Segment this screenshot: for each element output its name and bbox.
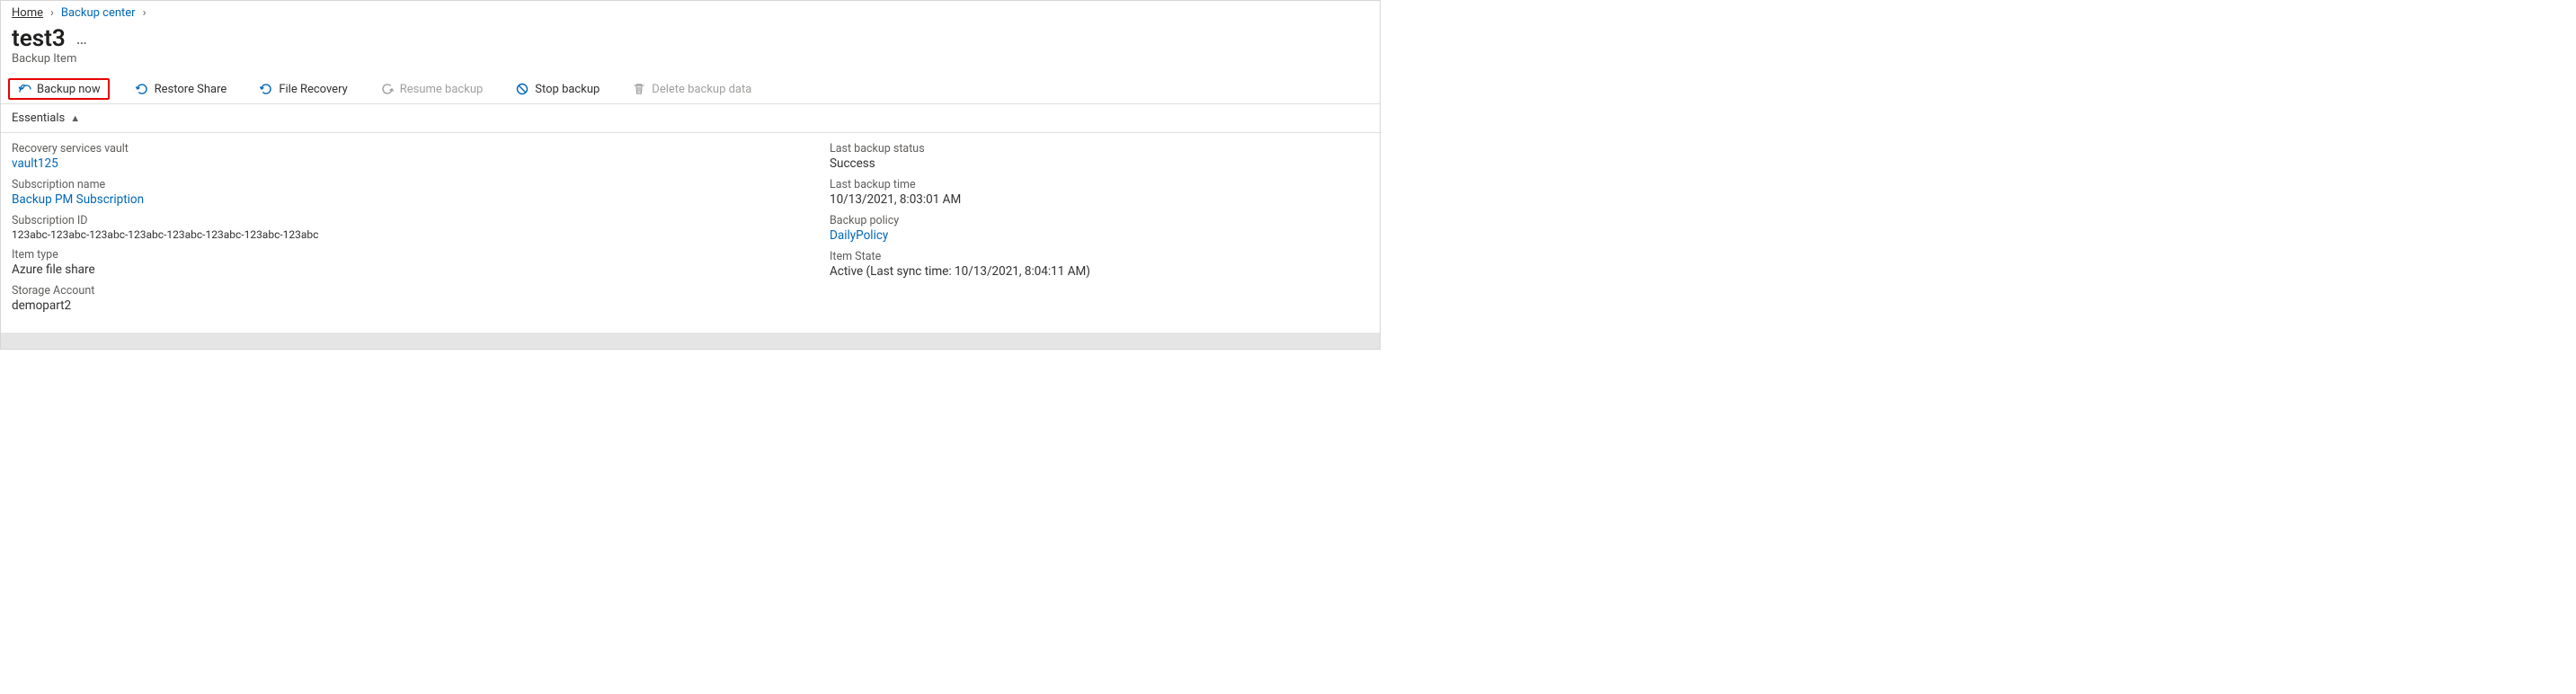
backup-policy-link[interactable]: DailyPolicy [830,228,1369,243]
subscription-id-value: 123abc-123abc-123abc-123abc-123abc-123ab… [12,228,794,241]
file-recovery-icon [259,82,273,96]
item-type-label: Item type [12,248,794,262]
file-recovery-button[interactable]: File Recovery [252,78,354,100]
breadcrumb-separator-icon: › [50,6,54,20]
delete-backup-data-label: Delete backup data [652,83,751,96]
breadcrumb-separator-icon: › [143,6,147,20]
more-actions-button[interactable]: … [76,30,89,49]
last-backup-time-label: Last backup time [830,178,1369,191]
resume-backup-label: Resume backup [400,83,484,96]
backup-now-label: Backup now [37,83,101,96]
breadcrumb-home[interactable]: Home [12,6,43,20]
backup-policy-label: Backup policy [830,214,1369,227]
last-backup-status-label: Last backup status [830,142,1369,156]
delete-icon [632,82,646,96]
item-state-value: Active (Last sync time: 10/13/2021, 8:04… [830,264,1369,279]
breadcrumb-backup-center[interactable]: Backup center [61,6,136,20]
footer-strip [1,333,1380,349]
stop-backup-button[interactable]: Stop backup [508,78,607,100]
resume-backup-icon [380,82,395,96]
subscription-name-label: Subscription name [12,178,794,191]
page-subtitle: Backup Item [1,52,1380,75]
delete-backup-data-button: Delete backup data [625,78,759,100]
recovery-vault-link[interactable]: vault125 [12,156,794,171]
stop-backup-label: Stop backup [535,83,600,96]
action-toolbar: Backup now Restore Share File Recovery [1,75,1380,104]
recovery-vault-label: Recovery services vault [12,142,794,156]
chevron-up-icon: ▲ [70,112,80,124]
file-recovery-label: File Recovery [279,83,347,96]
restore-share-label: Restore Share [155,83,227,96]
page-title: test3 [12,25,66,52]
last-backup-time-value: 10/13/2021, 8:03:01 AM [830,192,1369,207]
resume-backup-button: Resume backup [373,78,491,100]
item-type-value: Azure file share [12,262,794,277]
storage-account-label: Storage Account [12,284,794,298]
backup-now-icon [17,82,31,96]
backup-now-button[interactable]: Backup now [8,78,110,100]
last-backup-status-value: Success [830,156,1369,171]
essentials-panel: Recovery services vault vault125 Subscri… [1,133,1380,333]
stop-backup-icon [515,82,529,96]
subscription-name-link[interactable]: Backup PM Subscription [12,192,794,207]
restore-share-icon [135,82,149,96]
essentials-label: Essentials [12,111,65,125]
restore-share-button[interactable]: Restore Share [128,78,235,100]
item-state-label: Item State [830,250,1369,263]
breadcrumb: Home › Backup center › [1,1,1380,22]
storage-account-value: demopart2 [12,298,794,313]
essentials-toggle[interactable]: Essentials ▲ [1,104,1380,133]
subscription-id-label: Subscription ID [12,214,794,227]
